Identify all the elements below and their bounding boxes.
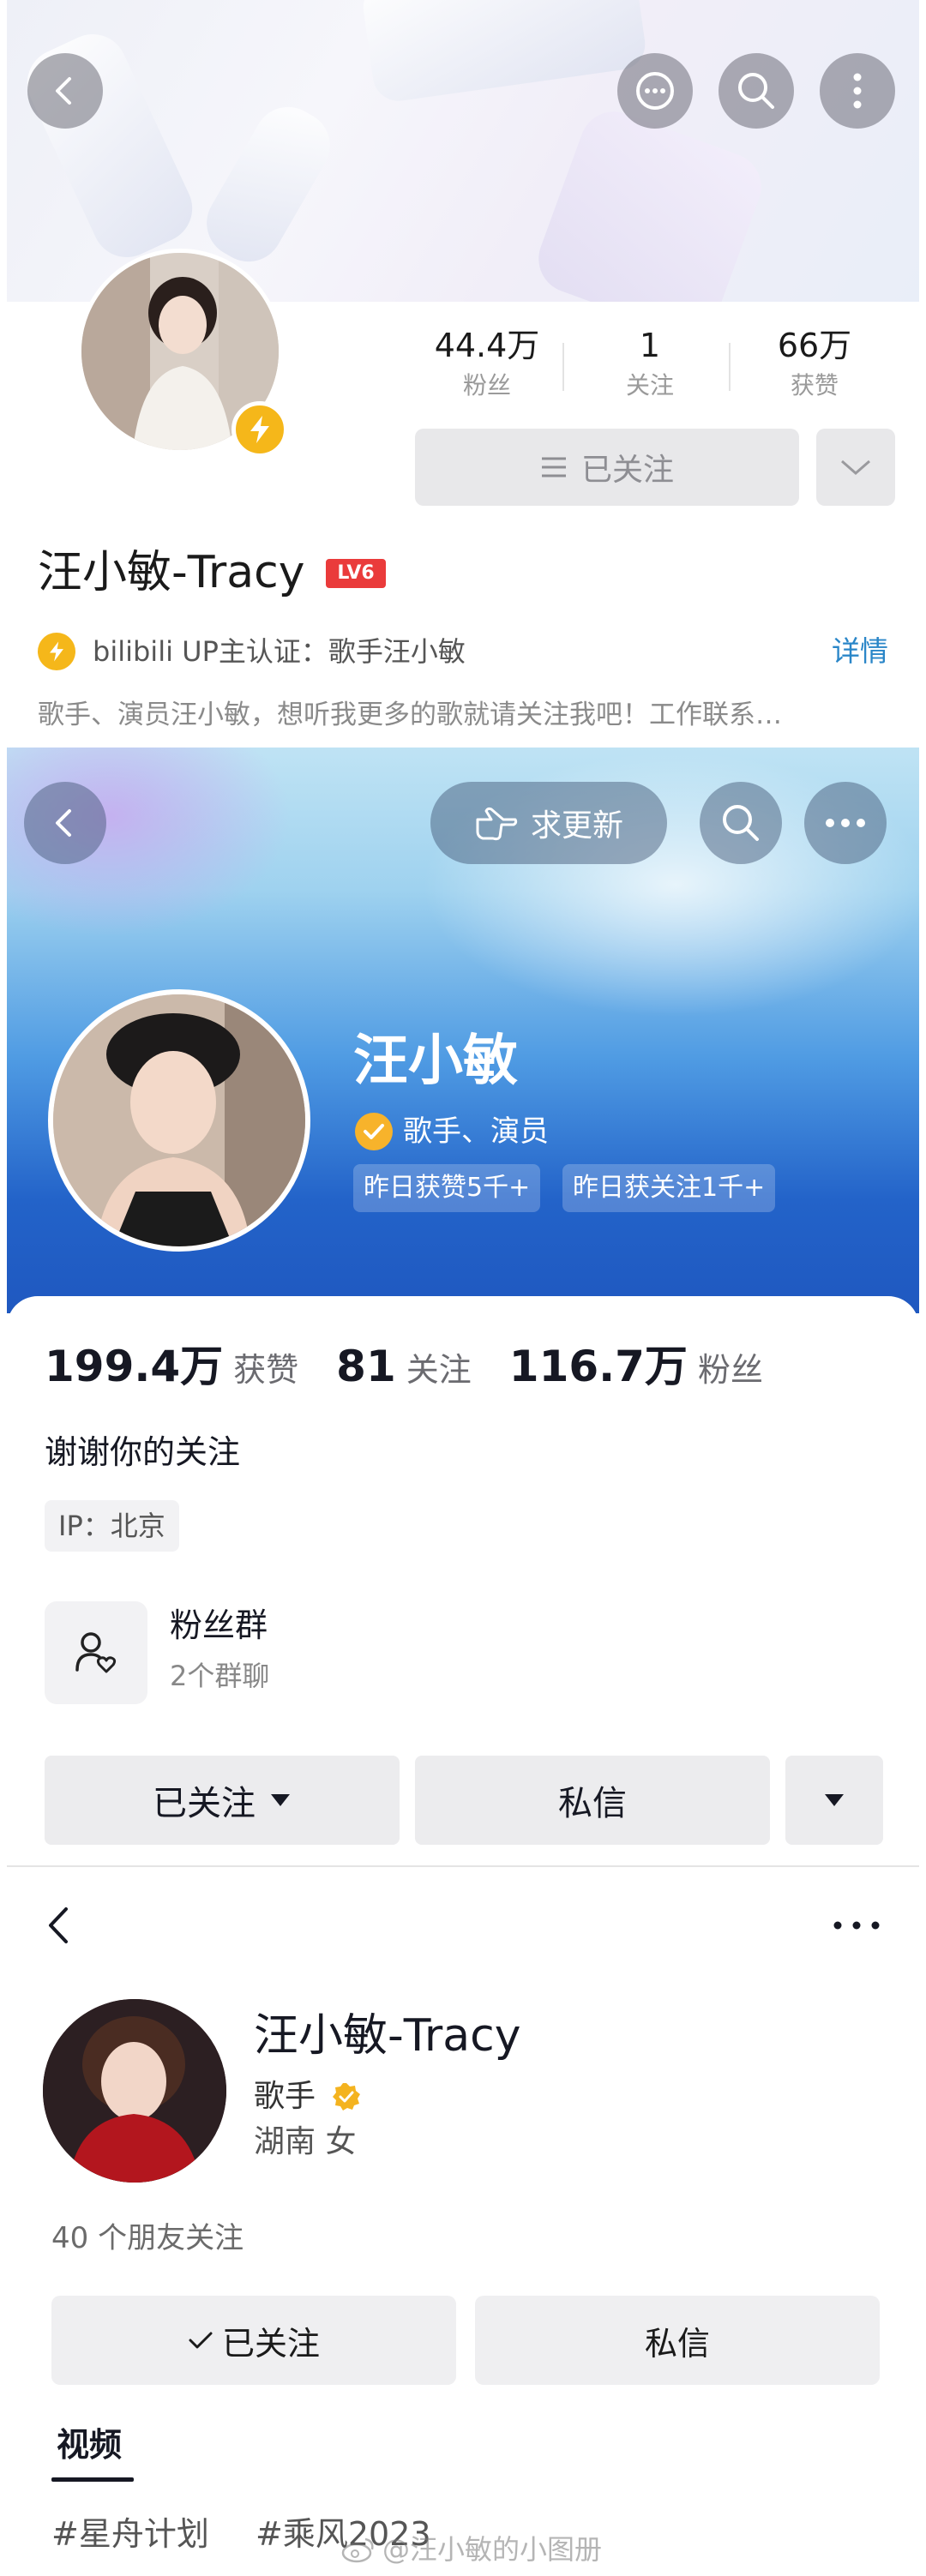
search-button[interactable]	[719, 53, 794, 129]
certification-text: bilibili UP主认证：歌手汪小敏	[93, 635, 466, 668]
back-button[interactable]	[24, 782, 106, 864]
lightning-icon	[38, 633, 75, 670]
stat-likes-label[interactable]: 获赞	[233, 1343, 298, 1390]
verified-icon	[355, 1113, 393, 1150]
avatar-image	[43, 1999, 226, 2183]
ip-location: IP：北京	[45, 1500, 179, 1552]
stat-fans-label[interactable]: 粉丝	[698, 1343, 763, 1390]
follow-options-button[interactable]	[816, 429, 895, 506]
banner-decoration	[359, 0, 649, 105]
profile-name: 汪小敏-Tracy	[38, 547, 305, 598]
verified-icon	[333, 2083, 360, 2111]
active-tab-indicator	[51, 2477, 134, 2482]
stat-likes[interactable]: 66万 获赞	[737, 326, 892, 403]
bilibili-profile: 44.4万 粉丝 1 关注 66万 获赞 已关注 汪小敏-Tracy LV6 b…	[7, 0, 919, 746]
weibo-logo-icon	[341, 2537, 374, 2563]
level-badge: LV6	[326, 559, 386, 588]
divider	[7, 1865, 919, 1867]
up-verified-badge	[232, 401, 288, 458]
stat-label: 获赞	[790, 371, 839, 399]
lightning-icon	[250, 416, 269, 443]
followed-label: 已关注	[580, 453, 674, 488]
verified-role: 歌手	[254, 2079, 316, 2114]
likes-yesterday-tag: 昨日获赞5千+	[353, 1164, 541, 1212]
search-icon	[738, 73, 774, 109]
profile-name: 汪小敏	[353, 1030, 518, 1093]
followed-button[interactable]: 已关注	[51, 2296, 456, 2385]
chevron-down-icon	[841, 459, 870, 475]
request-update-button[interactable]: 求更新	[430, 782, 667, 864]
fan-group-button[interactable]	[45, 1601, 147, 1704]
banner-decoration	[194, 94, 343, 274]
profile-stats: 199.4万 获赞 81 关注 116.7万 粉丝	[45, 1332, 801, 1394]
avatar[interactable]	[48, 989, 310, 1252]
back-icon	[56, 809, 71, 837]
check-icon	[189, 2332, 213, 2349]
follows-yesterday-tag: 昨日获关注1千+	[562, 1164, 776, 1212]
fan-group-subtitle: 2个群聊	[170, 1660, 270, 1692]
back-icon	[49, 1907, 68, 1943]
more-vertical-icon	[853, 73, 862, 109]
stat-following-label[interactable]: 关注	[406, 1343, 472, 1390]
message-button[interactable]: 私信	[415, 1756, 770, 1845]
avatar-image	[53, 994, 305, 1246]
message-button[interactable]: 私信	[475, 2296, 880, 2385]
stat-value: 44.4万	[434, 327, 540, 364]
back-button[interactable]	[27, 53, 103, 129]
profile-bio: 谢谢你的关注	[45, 1433, 241, 1471]
stat-following[interactable]: 1 关注	[573, 326, 727, 403]
more-button[interactable]	[804, 782, 887, 864]
stat-value: 1	[639, 327, 661, 364]
followed-button[interactable]: 已关注	[415, 429, 799, 506]
douyin-profile: 求更新 汪小敏 歌手、演员 昨日获赞5千+ 昨日获关注1千+ 199.4万 获赞…	[7, 748, 919, 1864]
watermark-text: @汪小敏的小图册	[382, 2533, 603, 2566]
weibo-profile: 汪小敏-Tracy 歌手 湖南 女 40 个朋友关注 已关注 私信 视频 #星舟…	[7, 1865, 919, 2576]
followed-button[interactable]: 已关注	[45, 1756, 400, 1845]
profile-name: 汪小敏-Tracy	[254, 2010, 521, 2062]
stat-value: 66万	[777, 327, 852, 364]
more-horizontal-icon	[833, 1921, 880, 1930]
stat-divider	[729, 343, 731, 391]
fan-group-icon	[75, 1632, 117, 1673]
fan-group-title[interactable]: 粉丝群	[170, 1603, 268, 1648]
caret-down-icon	[825, 1794, 844, 1806]
more-horizontal-icon	[826, 819, 865, 827]
back-button[interactable]	[33, 1900, 84, 1951]
stat-following-value[interactable]: 81	[336, 1342, 396, 1391]
search-button[interactable]	[700, 782, 782, 864]
back-icon	[56, 77, 71, 105]
caret-down-icon	[271, 1794, 290, 1806]
hand-point-icon	[476, 807, 518, 841]
verified-role: 歌手、演员	[403, 1114, 549, 1149]
banner-decoration	[529, 102, 771, 302]
search-icon	[723, 805, 759, 841]
list-icon	[541, 457, 566, 477]
watermark: @汪小敏的小图册	[341, 2531, 602, 2568]
chat-icon	[636, 72, 674, 110]
stat-label: 关注	[625, 371, 674, 399]
stat-divider	[562, 343, 564, 391]
more-button[interactable]	[827, 1906, 887, 1944]
stat-fans[interactable]: 44.4万 粉丝	[410, 326, 564, 403]
profile-bio[interactable]: 歌手、演员汪小敏，想听我更多的歌就请关注我吧！工作联系…	[38, 696, 887, 734]
hashtag[interactable]: #星舟计划	[51, 2510, 209, 2558]
stat-likes-value[interactable]: 199.4万	[45, 1332, 223, 1394]
message-button[interactable]	[617, 53, 693, 129]
stat-label: 粉丝	[462, 371, 511, 399]
avatar[interactable]	[43, 1999, 226, 2183]
followed-label: 已关注	[221, 2324, 320, 2363]
followed-label: 已关注	[153, 1784, 256, 1823]
request-update-label: 求更新	[530, 808, 623, 844]
tab-videos[interactable]: 视频	[57, 2423, 122, 2467]
message-label: 私信	[558, 1784, 627, 1823]
detail-link[interactable]: 详情	[832, 631, 888, 672]
stat-fans-value[interactable]: 116.7万	[509, 1332, 688, 1394]
message-label: 私信	[644, 2324, 710, 2363]
more-button[interactable]	[820, 53, 895, 129]
friends-following[interactable]: 40 个朋友关注	[51, 2217, 244, 2260]
more-options-button[interactable]	[785, 1756, 883, 1845]
location-gender: 湖南 女	[254, 2124, 357, 2159]
